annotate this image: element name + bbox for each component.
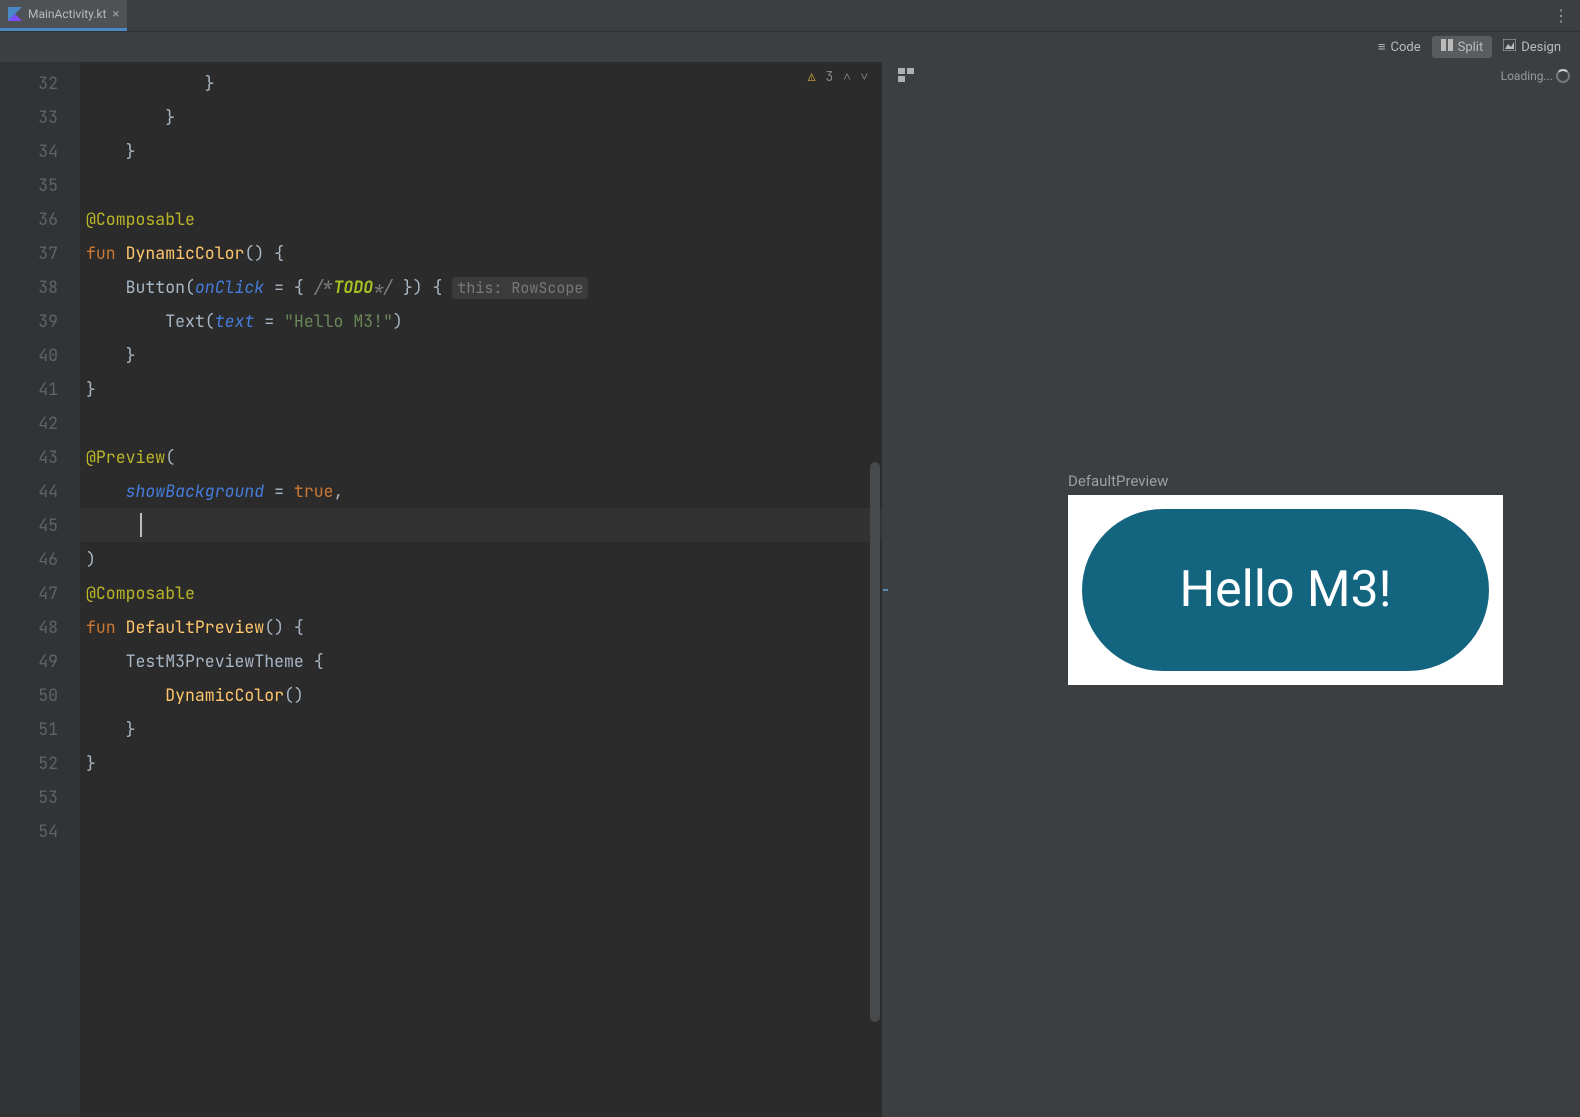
line-number: 43 bbox=[0, 440, 80, 474]
line-number: 41 bbox=[0, 372, 80, 406]
line-number: 54 bbox=[0, 814, 80, 848]
line-number: 53 bbox=[0, 780, 80, 814]
mode-split-label: Split bbox=[1458, 40, 1484, 55]
code-line: } bbox=[80, 66, 882, 100]
image-icon bbox=[1503, 39, 1516, 55]
line-number: 45 bbox=[0, 508, 80, 542]
spinner-icon bbox=[1556, 69, 1570, 83]
code-line: fun DynamicColor() { bbox=[80, 236, 882, 270]
more-menu-icon[interactable]: ⋮ bbox=[1553, 6, 1570, 25]
line-number: 48 bbox=[0, 610, 80, 644]
text-caret bbox=[140, 513, 142, 537]
preview-label: DefaultPreview bbox=[1068, 472, 1168, 490]
line-number: 46 bbox=[0, 542, 80, 576]
code-line: Text(text = "Hello M3!") bbox=[80, 304, 882, 338]
preview-status: Loading... bbox=[1501, 69, 1570, 84]
list-icon: ≡ bbox=[1378, 39, 1386, 55]
line-number: 32 bbox=[0, 66, 80, 100]
code-line bbox=[80, 168, 882, 202]
code-line: } bbox=[80, 712, 882, 746]
code-line: fun DefaultPreview() { bbox=[80, 610, 882, 644]
line-number: 40 bbox=[0, 338, 80, 372]
warning-count: 3 bbox=[826, 68, 834, 85]
code-line: Button(onClick = { /*TODO*/ }) { this: R… bbox=[80, 270, 882, 304]
preview-composable[interactable]: Hello M3! bbox=[1068, 495, 1503, 685]
preview-button-text: Hello M3! bbox=[1179, 561, 1391, 619]
code-line: } bbox=[80, 746, 882, 780]
split-icon bbox=[1441, 39, 1453, 55]
code-line: @Preview( bbox=[80, 440, 882, 474]
line-number: 50 bbox=[0, 678, 80, 712]
line-number: 37 bbox=[0, 236, 80, 270]
tab-filename: MainActivity.kt bbox=[28, 7, 106, 21]
line-number: 35 bbox=[0, 168, 80, 202]
chevron-down-icon[interactable]: ˅ bbox=[861, 68, 868, 85]
code-line: DynamicColor() bbox=[80, 678, 882, 712]
kotlin-file-icon bbox=[8, 7, 22, 21]
code-line: ) bbox=[80, 542, 882, 576]
gutter: 32 33 34 35 36 37 38 39 40 41 42 43 44 4… bbox=[0, 62, 80, 1117]
code-line bbox=[80, 780, 882, 814]
line-number: 52 bbox=[0, 746, 80, 780]
mode-split[interactable]: Split bbox=[1432, 36, 1493, 58]
close-icon[interactable]: × bbox=[112, 7, 119, 22]
code-area[interactable]: } } } @Composable fun DynamicColor() { B… bbox=[80, 62, 882, 1117]
editor-tab[interactable]: MainActivity.kt × bbox=[0, 0, 127, 31]
line-number: 51 bbox=[0, 712, 80, 746]
code-line bbox=[80, 508, 882, 542]
line-number: 34 bbox=[0, 134, 80, 168]
main-area: 32 33 34 35 36 37 38 39 40 41 42 43 44 4… bbox=[0, 62, 1580, 1117]
code-line: } bbox=[80, 134, 882, 168]
preview-pane: Loading... DefaultPreview Hello M3! bbox=[888, 62, 1580, 1117]
code-line: @Composable bbox=[80, 576, 882, 610]
code-line: TestM3PreviewTheme { bbox=[80, 644, 882, 678]
code-line: } bbox=[80, 338, 882, 372]
mode-design[interactable]: Design bbox=[1494, 36, 1570, 58]
tab-bar: MainActivity.kt × ⋮ bbox=[0, 0, 1580, 32]
line-number: 47 bbox=[0, 576, 80, 610]
inlay-hint: this: RowScope bbox=[452, 277, 588, 299]
loading-label: Loading... bbox=[1501, 69, 1553, 83]
chevron-up-icon[interactable]: ˄ bbox=[843, 68, 850, 85]
editor-pane[interactable]: 32 33 34 35 36 37 38 39 40 41 42 43 44 4… bbox=[0, 62, 882, 1117]
code-line: } bbox=[80, 372, 882, 406]
code-line bbox=[80, 406, 882, 440]
code-line bbox=[80, 814, 882, 848]
line-number: 36 bbox=[0, 202, 80, 236]
line-number: 49 bbox=[0, 644, 80, 678]
code-line: @Composable bbox=[80, 202, 882, 236]
editor-scrollbar[interactable] bbox=[870, 462, 880, 1022]
warning-icon[interactable]: ⚠ bbox=[808, 68, 816, 85]
line-number: 44 bbox=[0, 474, 80, 508]
mode-code-label: Code bbox=[1391, 40, 1421, 55]
code-line: } bbox=[80, 100, 882, 134]
inspection-indicators: ⚠ 3 ˄ ˅ bbox=[808, 68, 868, 85]
mode-design-label: Design bbox=[1521, 40, 1561, 55]
preview-body[interactable]: DefaultPreview Hello M3! bbox=[888, 90, 1580, 1117]
line-number: 42 bbox=[0, 406, 80, 440]
code-line: showBackground = true, bbox=[80, 474, 882, 508]
line-number: 39 bbox=[0, 304, 80, 338]
preview-config-icon[interactable] bbox=[898, 68, 914, 85]
view-mode-bar: ≡ Code Split Design bbox=[0, 32, 1580, 62]
line-number: 38 bbox=[0, 270, 80, 304]
preview-toolbar: Loading... bbox=[888, 62, 1580, 90]
preview-material-button: Hello M3! bbox=[1082, 509, 1489, 671]
line-number: 33 bbox=[0, 100, 80, 134]
mode-code[interactable]: ≡ Code bbox=[1369, 36, 1430, 58]
